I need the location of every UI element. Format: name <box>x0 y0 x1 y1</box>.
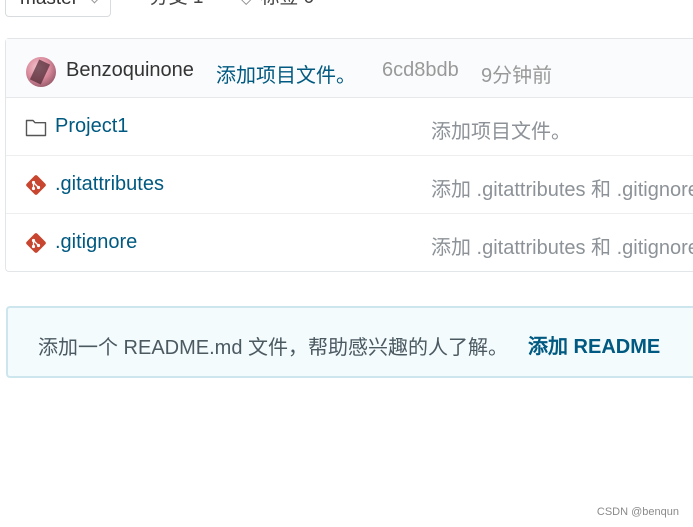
file-last-commit[interactable]: 添加 .gitattributes 和 .gitignore。 <box>431 173 693 202</box>
file-row[interactable]: .gitattributes 添加 .gitattributes 和 .giti… <box>6 156 693 214</box>
file-row[interactable]: .gitignore 添加 .gitattributes 和 .gitignor… <box>6 214 693 271</box>
commit-hash[interactable]: 6cd8bdb <box>382 59 459 82</box>
folder-icon <box>25 119 47 137</box>
file-last-commit[interactable]: 添加 .gitattributes 和 .gitignore。 <box>431 231 693 260</box>
branch-icon: • <box>136 0 142 15</box>
tags-link[interactable]: ◇ 标签 0 <box>240 0 314 15</box>
branches-link[interactable]: • 分支 1 <box>136 0 203 15</box>
git-icon <box>26 233 46 253</box>
tag-icon: ◇ <box>240 0 252 15</box>
branches-label: 分支 1 <box>150 0 204 8</box>
file-name[interactable]: .gitattributes <box>55 173 164 196</box>
file-last-commit[interactable]: 添加项目文件。 <box>431 115 571 144</box>
chevron-down-icon <box>89 0 100 4</box>
watermark: CSDN @benqun <box>596 506 679 518</box>
branch-selector-label: master <box>20 0 78 9</box>
branch-bar: master • 分支 1 ◇ 标签 0 <box>0 0 693 18</box>
git-icon <box>26 175 46 195</box>
branch-selector[interactable]: master <box>5 0 111 17</box>
file-row[interactable]: Project1 添加项目文件。 <box>6 98 693 156</box>
tags-label: 标签 0 <box>260 0 314 8</box>
commit-author[interactable]: Benzoquinone <box>66 59 194 82</box>
latest-commit-header: Benzoquinone 添加项目文件。 6cd8bdb 9分钟前 <box>6 39 693 98</box>
commit-time: 9分钟前 <box>481 65 553 87</box>
file-name[interactable]: Project1 <box>55 115 128 138</box>
readme-notice: 添加一个 README.md 文件，帮助感兴趣的人了解。 添加 README <box>6 306 693 378</box>
commit-message[interactable]: 添加项目文件。 <box>216 59 356 88</box>
file-table: Benzoquinone 添加项目文件。 6cd8bdb 9分钟前 Projec… <box>5 38 693 272</box>
add-readme-link[interactable]: 添加 README <box>528 330 660 359</box>
avatar[interactable] <box>26 57 56 87</box>
file-name[interactable]: .gitignore <box>55 231 137 254</box>
readme-notice-text: 添加一个 README.md 文件，帮助感兴趣的人了解。 <box>38 337 509 359</box>
